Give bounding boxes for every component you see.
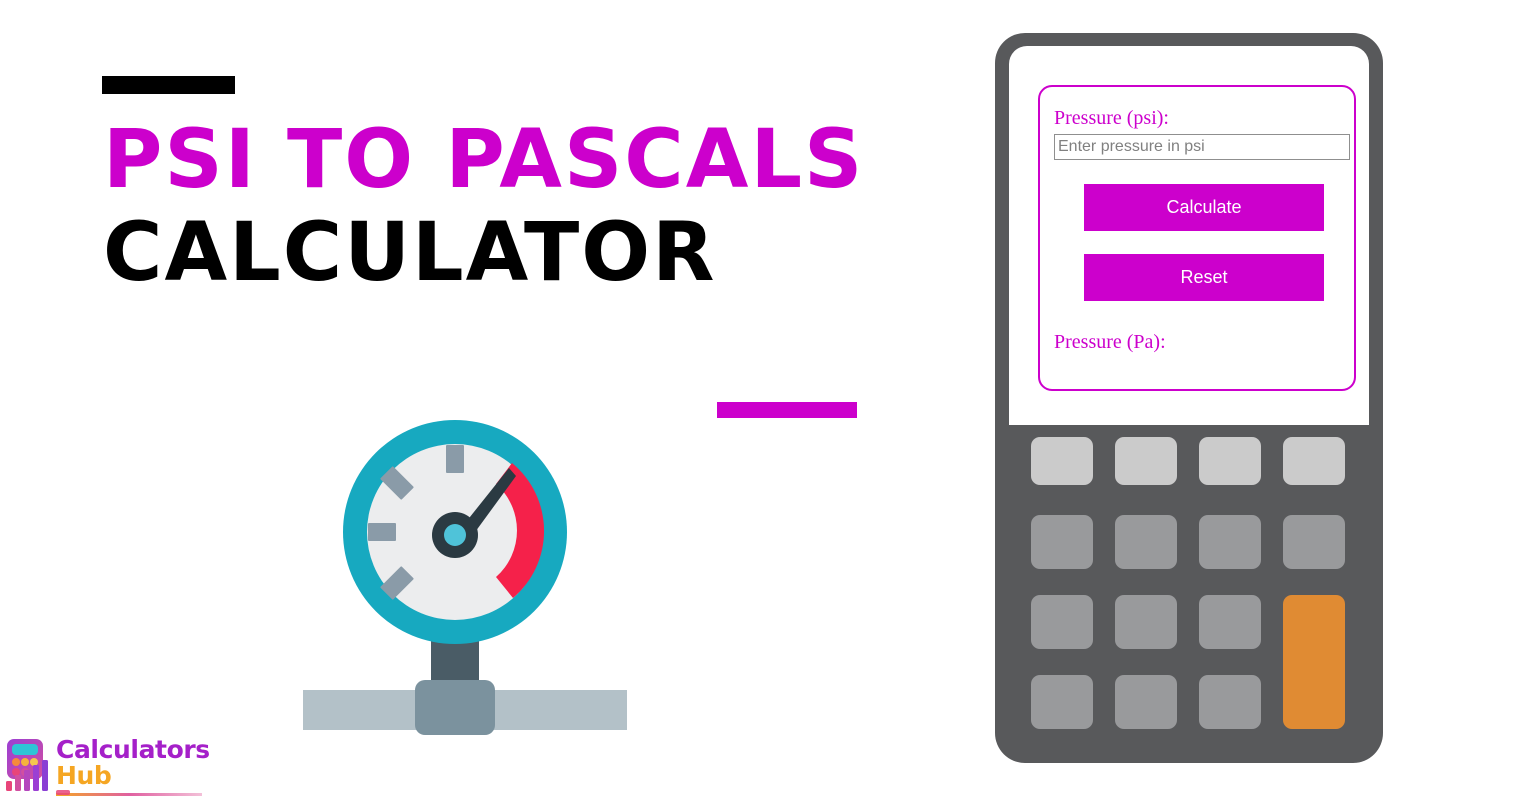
keypad-key[interactable]	[1031, 437, 1093, 485]
brand-logo[interactable]: Calculators Hub	[4, 735, 210, 796]
keypad-key[interactable]	[1115, 515, 1177, 569]
logo-underline	[56, 793, 202, 796]
keypad-key[interactable]	[1115, 675, 1177, 729]
keypad-key[interactable]	[1199, 675, 1261, 729]
title-line-primary: PSI TO PASCALS	[103, 113, 865, 207]
keypad-key[interactable]	[1199, 595, 1261, 649]
title-line-secondary: CALCULATOR	[103, 206, 717, 300]
pressure-gauge-illustration	[300, 420, 630, 750]
keypad-key[interactable]	[1283, 437, 1345, 485]
logo-word-calculators: Calculators	[56, 735, 210, 764]
keypad-key-accent[interactable]	[1283, 595, 1345, 729]
calculator-device: Pressure (psi): Calculate Reset Pressure…	[995, 33, 1383, 763]
keypad-key[interactable]	[1115, 595, 1177, 649]
pressure-pa-label: Pressure (Pa):	[1054, 331, 1166, 353]
pressure-psi-input[interactable]	[1054, 134, 1350, 160]
pressure-gauge-icon	[303, 420, 627, 735]
keypad-key[interactable]	[1031, 515, 1093, 569]
accent-bar-magenta	[717, 402, 857, 418]
reset-button[interactable]: Reset	[1084, 254, 1324, 301]
keypad-key[interactable]	[1199, 515, 1261, 569]
page-title: PSI TO PASCALS CALCULATOR	[100, 120, 960, 294]
accent-bar-black	[102, 76, 235, 94]
hero-section: PSI TO PASCALS CALCULATOR Calculators Hu…	[0, 0, 980, 800]
calculator-screen: Pressure (psi): Calculate Reset Pressure…	[1009, 46, 1369, 425]
calculator-keypad	[1031, 437, 1347, 733]
keypad-key[interactable]	[1115, 437, 1177, 485]
calculate-button[interactable]: Calculate	[1084, 184, 1324, 231]
keypad-key[interactable]	[1031, 675, 1093, 729]
logo-dots	[56, 790, 70, 795]
converter-panel: Pressure (psi): Calculate Reset Pressure…	[1038, 85, 1356, 391]
pressure-psi-label: Pressure (psi):	[1054, 107, 1169, 129]
keypad-key[interactable]	[1199, 437, 1261, 485]
logo-wordmark: Calculators Hub	[56, 735, 210, 796]
keypad-key[interactable]	[1031, 595, 1093, 649]
keypad-key[interactable]	[1283, 515, 1345, 569]
logo-word-hub: Hub	[56, 761, 112, 790]
calculator-bar-chart-icon	[6, 739, 48, 791]
